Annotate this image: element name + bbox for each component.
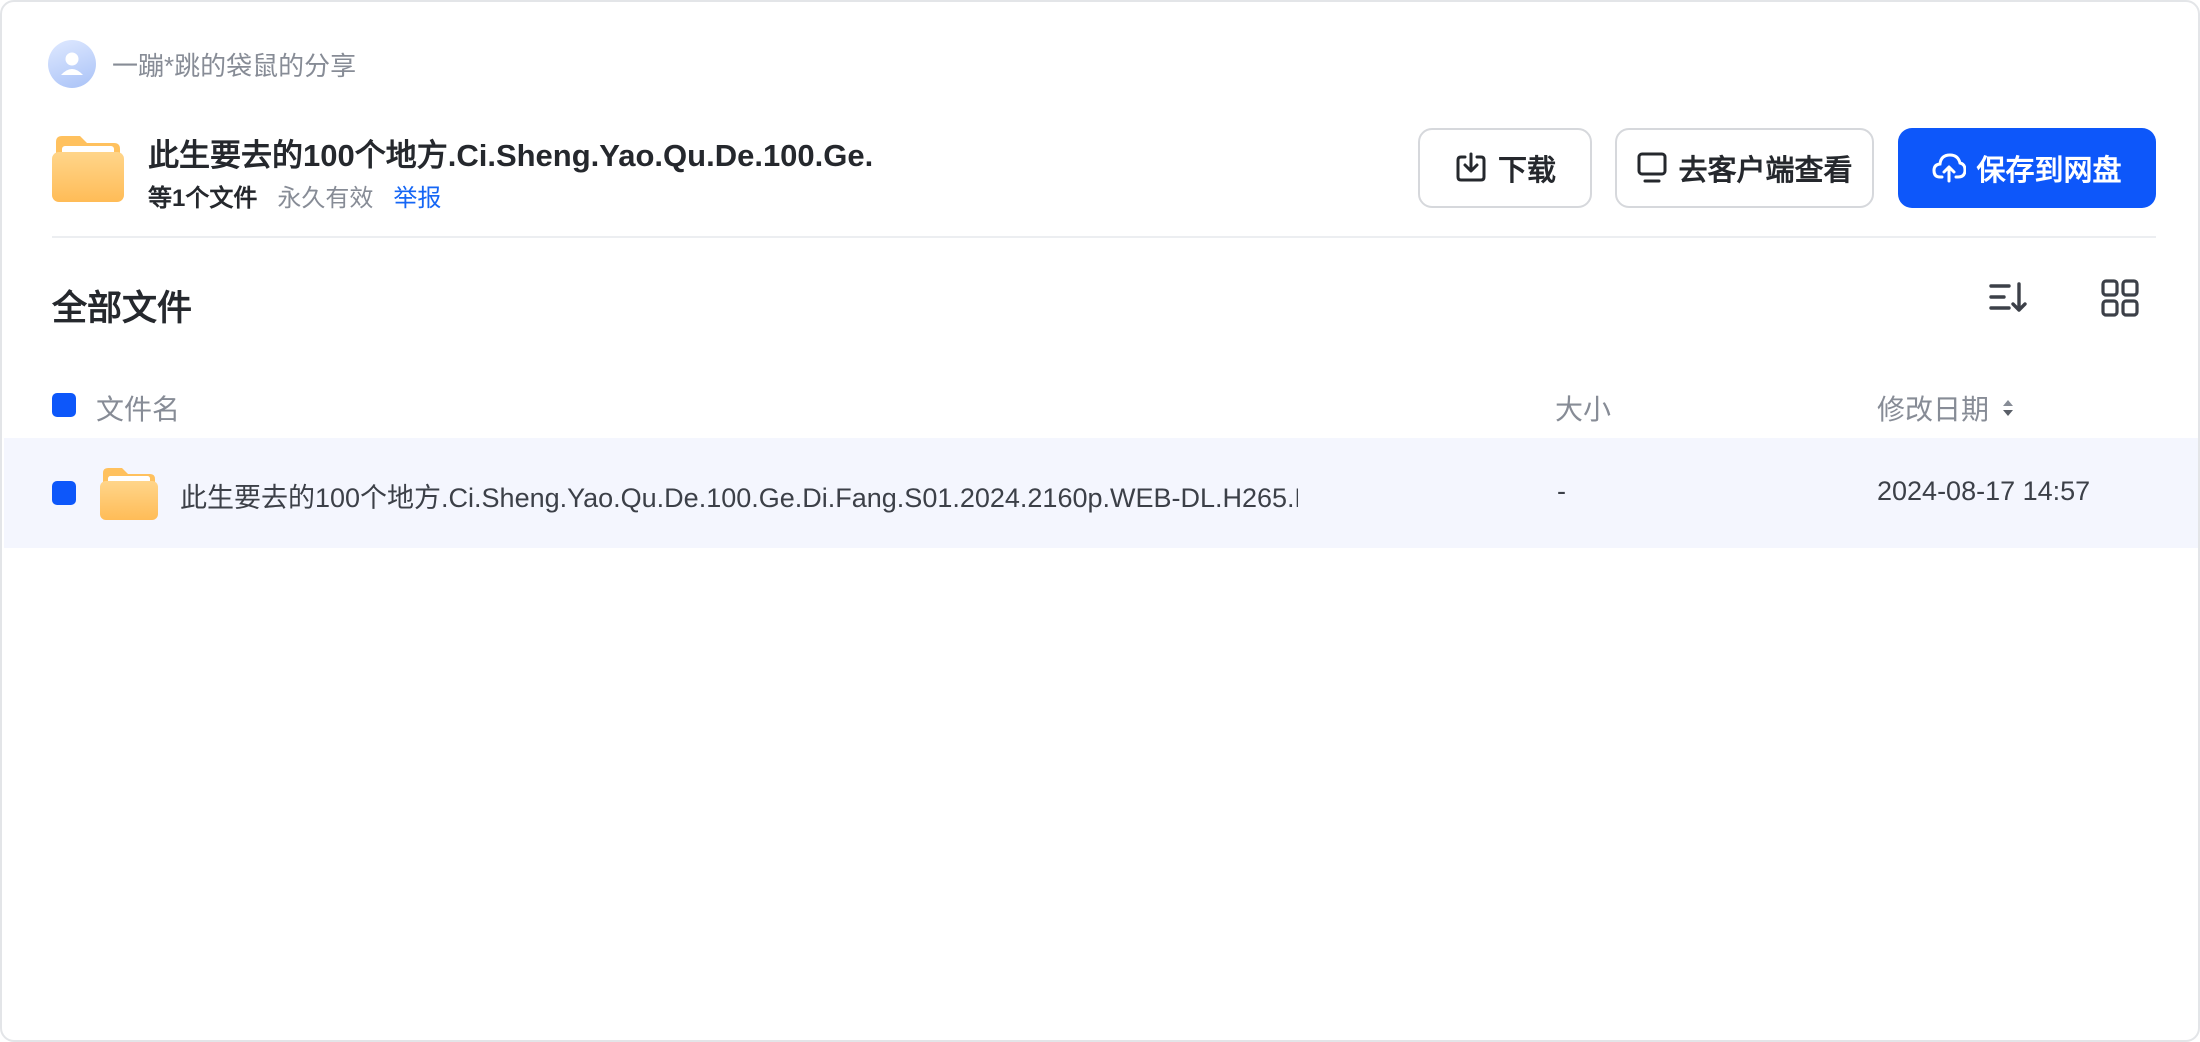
open-client-button[interactable]: 去客户端查看 xyxy=(1615,128,1874,208)
file-size: - xyxy=(1557,476,1566,506)
table-row[interactable]: 此生要去的100个地方.Ci.Sheng.Yao.Qu.De.100.Ge.Di… xyxy=(4,438,2198,548)
report-link[interactable]: 举报 xyxy=(393,178,441,213)
cloud-upload-icon xyxy=(1932,152,1967,184)
column-header-size[interactable]: 大小 xyxy=(1555,388,1611,428)
file-count: 等1个文件 xyxy=(148,185,258,212)
sharer-name: 一蹦*跳的袋鼠的分享 xyxy=(112,50,357,81)
file-name[interactable]: 此生要去的100个地方.Ci.Sheng.Yao.Qu.De.100.Ge.Di… xyxy=(180,476,1298,515)
user-icon xyxy=(48,40,96,88)
save-to-drive-button[interactable]: 保存到网盘 xyxy=(1898,128,2156,208)
share-page: 一蹦*跳的袋鼠的分享 此生要去的100个地方.Ci.Sheng.Yao.Qu.D… xyxy=(0,0,2200,1042)
column-header-modified-label: 修改日期 xyxy=(1877,394,1990,425)
open-client-label: 去客户端查看 xyxy=(1678,155,1853,187)
share-title: 此生要去的100个地方.Ci.Sheng.Yao.Qu.De.100.Ge. xyxy=(148,138,874,173)
file-modified: 2024-08-17 14:57 xyxy=(1877,476,2091,506)
save-label: 保存到网盘 xyxy=(1976,155,2122,187)
share-meta: 等1个文件 永久有效 举报 xyxy=(148,178,441,213)
folder-icon xyxy=(100,466,158,525)
column-header-modified[interactable]: 修改日期 xyxy=(1877,388,2015,428)
sort-toggle-icon xyxy=(2001,396,2015,420)
grid-view-icon[interactable] xyxy=(2100,278,2140,323)
validity-label: 永久有效 xyxy=(277,185,374,212)
folder-icon xyxy=(52,134,124,207)
download-label: 下载 xyxy=(1497,155,1556,187)
header-divider xyxy=(52,236,2156,238)
sharer-info: 一蹦*跳的袋鼠的分享 xyxy=(48,40,356,88)
select-all-checkbox[interactable] xyxy=(52,393,76,417)
column-header-name[interactable]: 文件名 xyxy=(96,388,180,428)
section-title: 全部文件 xyxy=(52,289,193,328)
download-button[interactable]: 下载 xyxy=(1418,128,1592,208)
monitor-icon xyxy=(1636,151,1668,185)
download-icon xyxy=(1454,151,1488,185)
row-checkbox[interactable] xyxy=(52,481,76,505)
sort-icon[interactable] xyxy=(1988,278,2028,323)
